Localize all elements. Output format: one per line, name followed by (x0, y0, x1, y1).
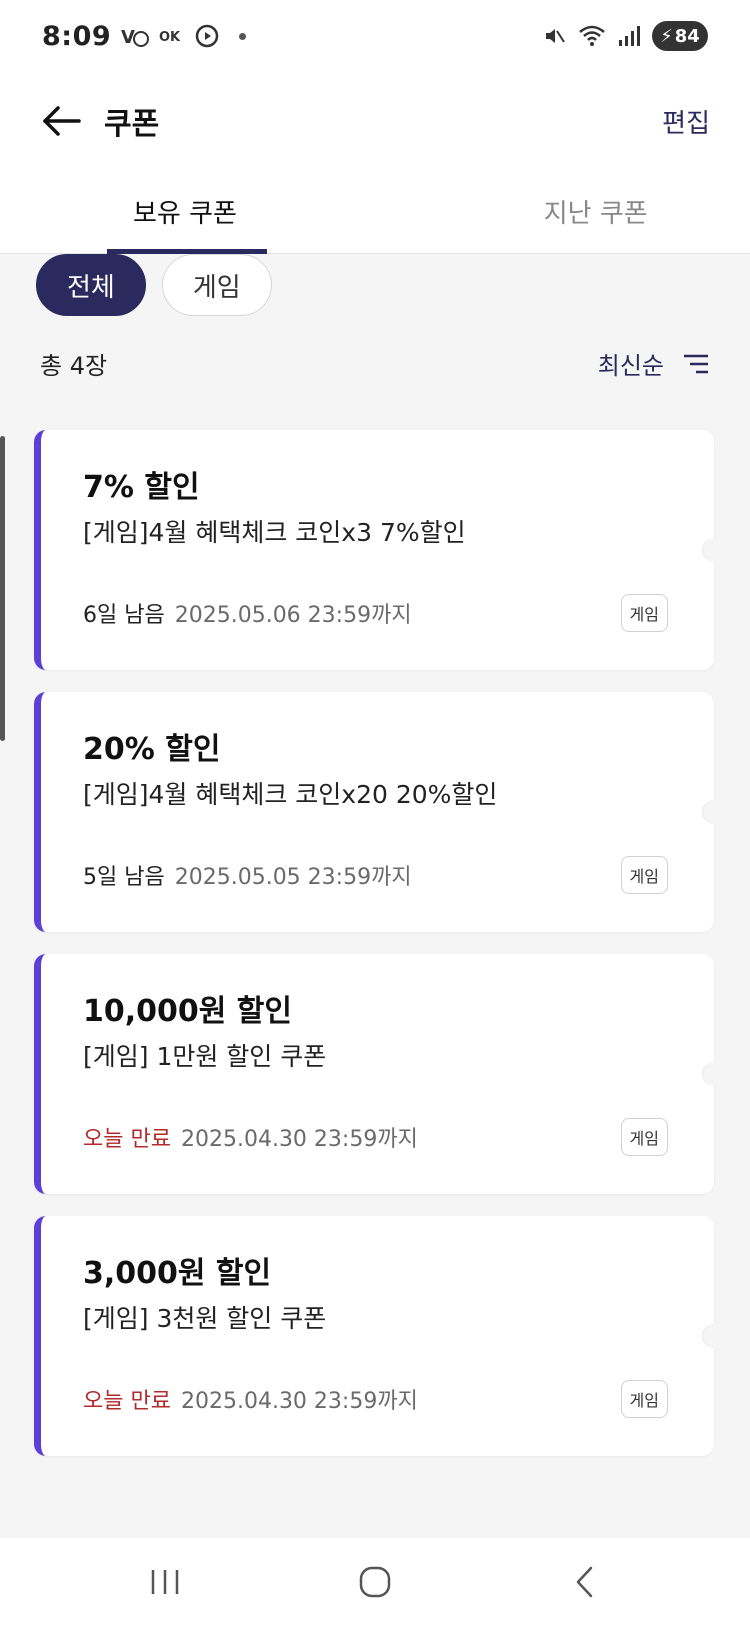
card-notch (702, 1324, 726, 1348)
filter-chips: 전체 게임 (36, 254, 272, 316)
ok-icon: OK (159, 30, 181, 45)
coupon-expiry: 2025.05.06 23:59까지 (174, 603, 412, 628)
back-button[interactable] (40, 99, 84, 143)
arrow-left-icon (43, 106, 81, 136)
card-notch (702, 800, 726, 824)
coupon-card[interactable]: 10,000원 할인 [게임] 1만원 할인 쿠폰 오늘 만료 2025.04.… (34, 954, 726, 1194)
card-notch (702, 538, 726, 562)
coupon-remaining: 6일 남음 (83, 603, 165, 628)
sort-icon (684, 354, 708, 373)
coupon-title: 7% 할인 (83, 470, 200, 505)
battery-indicator: ⚡ 84 (652, 21, 708, 51)
coupon-remaining: 오늘 만료 (83, 1127, 171, 1152)
vi-icon: V (121, 27, 150, 48)
sort-label: 최신순 (597, 352, 664, 380)
recent-apps-button[interactable] (135, 1552, 195, 1612)
filter-chip-game[interactable]: 게임 (161, 254, 272, 316)
bolt-icon: ⚡ (660, 25, 673, 47)
status-bar: 8:09 V OK ⚡ 84 (0, 0, 750, 72)
scroll-indicator (0, 436, 5, 741)
system-icons: ⚡ 84 (542, 21, 708, 51)
mute-icon (546, 29, 565, 43)
status-time: 8:09 (42, 20, 112, 52)
home-button[interactable] (345, 1552, 405, 1612)
coupon-card[interactable]: 3,000원 할인 [게임] 3천원 할인 쿠폰 오늘 만료 2025.04.3… (34, 1216, 726, 1456)
notification-icons: V OK (121, 24, 247, 48)
back-nav-button[interactable] (555, 1552, 615, 1612)
wifi-icon (579, 25, 605, 46)
coupon-title: 3,000원 할인 (83, 1256, 272, 1291)
back-icon (576, 1566, 593, 1597)
sort-button[interactable]: 최신순 (598, 346, 710, 381)
svg-text:V: V (121, 27, 135, 48)
coupon-expiry: 2025.04.30 23:59까지 (180, 1127, 418, 1152)
app-bar: 쿠폰 편집 (0, 72, 750, 170)
svg-text:OK: OK (159, 30, 181, 45)
coupon-description: [게임] 1만원 할인 쿠폰 (83, 1042, 327, 1071)
coupon-card[interactable]: 20% 할인 [게임]4월 혜택체크 코인x20 20%할인 5일 남음 202… (34, 692, 726, 932)
coupon-description: [게임]4월 혜택체크 코인x3 7%할인 (83, 518, 466, 547)
coupon-card[interactable]: 7% 할인 [게임]4월 혜택체크 코인x3 7%할인 6일 남음 2025.0… (34, 430, 726, 670)
coupon-category-badge: 게임 (620, 1118, 668, 1156)
home-icon (359, 1566, 391, 1597)
coupon-remaining: 5일 남음 (83, 865, 165, 890)
total-count: 총 4장 (40, 352, 108, 380)
tab-owned-coupons[interactable]: 보유 쿠폰 (0, 170, 442, 254)
tab-past-coupons[interactable]: 지난 쿠폰 (442, 170, 750, 253)
coupon-remaining: 오늘 만료 (83, 1389, 171, 1414)
page-title: 쿠폰 (104, 107, 160, 142)
tab-bar: 보유 쿠폰 지난 쿠폰 (0, 170, 750, 254)
coupon-list: 7% 할인 [게임]4월 혜택체크 코인x3 7%할인 6일 남음 2025.0… (34, 430, 726, 1478)
coupon-category-badge: 게임 (620, 594, 668, 632)
play-icon (195, 24, 219, 48)
coupon-description: [게임]4월 혜택체크 코인x20 20%할인 (83, 780, 498, 809)
filter-chip-all[interactable]: 전체 (36, 254, 146, 316)
edit-button[interactable]: 편집 (662, 103, 710, 140)
battery-level: 84 (674, 25, 700, 47)
notification-dot (239, 32, 247, 40)
coupon-title: 20% 할인 (83, 732, 221, 767)
coupon-expiry: 2025.04.30 23:59까지 (180, 1389, 418, 1414)
coupon-description: [게임] 3천원 할인 쿠폰 (83, 1304, 327, 1333)
system-navigation-bar (0, 1538, 750, 1625)
coupon-category-badge: 게임 (620, 856, 668, 894)
coupon-title: 10,000원 할인 (83, 994, 293, 1029)
signal-icon (619, 26, 640, 46)
list-header: 총 4장 최신순 (40, 346, 710, 381)
card-notch (702, 1062, 726, 1086)
coupon-category-badge: 게임 (620, 1380, 668, 1418)
coupon-expiry: 2025.05.05 23:59까지 (174, 865, 412, 890)
recent-apps-icon (151, 1569, 179, 1594)
